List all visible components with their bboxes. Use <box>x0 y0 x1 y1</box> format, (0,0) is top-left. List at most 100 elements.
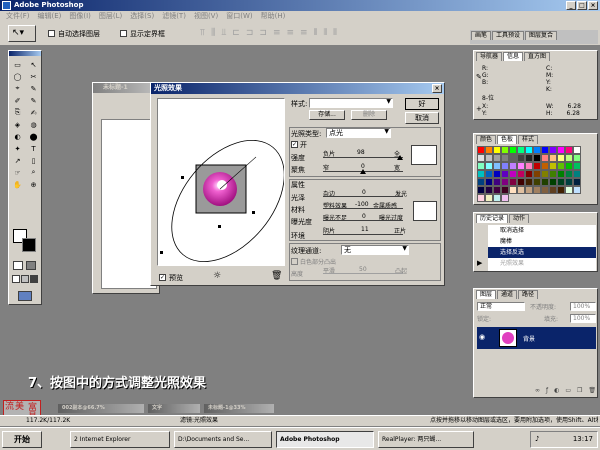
minimized-doc[interactable]: 002副本@66.7% <box>58 404 144 413</box>
quickmask-icons[interactable] <box>13 261 39 271</box>
light-handle[interactable] <box>252 211 255 214</box>
color-swatch[interactable] <box>493 186 501 194</box>
color-swatch[interactable] <box>509 146 517 154</box>
color-swatch[interactable] <box>517 170 525 178</box>
color-swatch[interactable] <box>533 186 541 194</box>
tab-color[interactable]: 颜色 <box>476 135 497 144</box>
color-swatch[interactable] <box>565 154 573 162</box>
color-swatch[interactable] <box>549 154 557 162</box>
tool-icon[interactable]: ⬤ <box>29 132 38 141</box>
ambient-color-swatch[interactable] <box>413 201 437 221</box>
color-swatch[interactable] <box>517 178 525 186</box>
close-button[interactable]: × <box>588 1 598 10</box>
texture-channel-select[interactable]: 无 ▼ <box>341 245 409 255</box>
light-on-checkbox[interactable]: ✓ <box>291 141 298 148</box>
tool-icon[interactable]: ▭ <box>13 60 22 69</box>
color-swatch[interactable] <box>525 154 533 162</box>
color-swatch[interactable] <box>485 162 493 170</box>
color-swatch[interactable] <box>517 154 525 162</box>
menu-item[interactable]: 文件(F) <box>6 11 30 22</box>
screen-mode-full-icon[interactable] <box>30 275 38 283</box>
color-swatch[interactable] <box>501 194 509 202</box>
color-swatch[interactable] <box>533 154 541 162</box>
color-swatch[interactable] <box>493 194 501 202</box>
focus-slider[interactable] <box>323 169 403 174</box>
menu-item[interactable]: 编辑(E) <box>38 11 62 22</box>
taskbar-item-realplayer[interactable]: RealPlayer: 两只蝴... <box>378 431 474 448</box>
tab-paths[interactable]: 路径 <box>518 290 539 299</box>
menu-item[interactable]: 图像(I) <box>69 11 91 22</box>
fill-input[interactable]: 100% <box>570 314 596 323</box>
color-swatch[interactable] <box>501 146 509 154</box>
dialog-close-button[interactable]: × <box>432 84 442 93</box>
tab-histogram[interactable]: 直方图 <box>524 52 551 61</box>
color-swatch[interactable] <box>541 154 549 162</box>
color-swatch[interactable] <box>533 170 541 178</box>
color-swatch[interactable] <box>525 170 533 178</box>
start-button[interactable]: 开始 <box>2 431 42 448</box>
auto-select-checkbox[interactable] <box>48 30 55 37</box>
well-tab-tool-presets[interactable]: 工具预设 <box>492 31 525 40</box>
color-swatch[interactable] <box>477 170 485 178</box>
tool-icon[interactable]: ✎ <box>29 84 38 93</box>
layer-row[interactable]: ◉ 背景 <box>477 327 596 349</box>
color-swatch[interactable] <box>509 170 517 178</box>
color-swatch[interactable] <box>565 170 573 178</box>
color-swatch[interactable] <box>477 154 485 162</box>
color-swatch[interactable] <box>517 186 525 194</box>
color-swatch[interactable] <box>493 162 501 170</box>
color-swatch[interactable] <box>565 162 573 170</box>
color-swatch[interactable] <box>493 154 501 162</box>
color-swatch[interactable] <box>485 186 493 194</box>
intensity-slider[interactable] <box>323 155 403 160</box>
align-right-icon[interactable]: ⊐ <box>259 28 267 40</box>
tool-icon[interactable]: ⎘ <box>13 108 22 117</box>
tab-info[interactable]: 信息 <box>503 52 524 61</box>
color-swatch[interactable] <box>573 178 581 186</box>
color-swatch[interactable] <box>509 186 517 194</box>
color-swatch[interactable] <box>557 146 565 154</box>
color-swatch[interactable] <box>517 146 525 154</box>
show-bounds-checkbox[interactable] <box>120 30 127 37</box>
tab-channels[interactable]: 通道 <box>497 290 518 299</box>
color-swatch[interactable] <box>557 178 565 186</box>
color-swatch[interactable] <box>557 162 565 170</box>
quickmask-mode-icon[interactable] <box>26 261 36 270</box>
distribute-top-icon[interactable]: ≡ <box>273 28 281 40</box>
history-item[interactable]: 光照效果 <box>488 258 596 269</box>
color-swatch[interactable] <box>517 162 525 170</box>
align-buttons[interactable]: ⫪ ⫼ ⫫ ⊏ ⊐ ⊐ ≡ ≡ ≡ ⫴ ⫴ ⫴ <box>200 28 430 40</box>
history-item[interactable]: 取消选择 <box>488 225 596 236</box>
color-swatch[interactable] <box>549 186 557 194</box>
color-swatch[interactable] <box>477 186 485 194</box>
focus-thumb[interactable] <box>360 169 366 174</box>
minimized-doc[interactable]: 文字 <box>148 404 200 413</box>
exposure-slider[interactable] <box>323 220 403 221</box>
speaker-icon[interactable]: ♪ <box>535 432 539 447</box>
color-swatch[interactable] <box>565 146 573 154</box>
align-top-icon[interactable]: ⫪ <box>200 28 205 40</box>
color-swatch[interactable] <box>477 146 485 154</box>
tool-icon[interactable]: ◍ <box>29 120 38 129</box>
tool-icon[interactable]: ✋ <box>13 180 22 189</box>
tool-icon[interactable]: ⌖ <box>13 84 22 93</box>
gloss-slider[interactable] <box>323 196 403 197</box>
color-swatch[interactable] <box>533 146 541 154</box>
color-swatch[interactable] <box>477 178 485 186</box>
minimize-button[interactable]: _ <box>566 1 576 10</box>
well-tab-layer-comps[interactable]: 图层复合 <box>525 31 558 40</box>
color-swatch[interactable] <box>541 162 549 170</box>
tool-icon[interactable]: ✎ <box>29 96 38 105</box>
light-handle[interactable] <box>160 251 163 254</box>
color-swatch[interactable] <box>525 162 533 170</box>
material-slider[interactable] <box>323 208 403 209</box>
taskbar-item-photoshop[interactable]: Adobe Photoshop <box>276 431 374 448</box>
color-swatch[interactable] <box>533 178 541 186</box>
layer-style-icon[interactable]: ƒ <box>546 387 548 396</box>
color-swatch[interactable] <box>509 178 517 186</box>
color-swatch[interactable] <box>549 146 557 154</box>
tool-icon[interactable]: ▯ <box>29 156 38 165</box>
color-swatch[interactable] <box>573 170 581 178</box>
maximize-button[interactable]: □ <box>577 1 587 10</box>
color-swatch[interactable] <box>549 178 557 186</box>
